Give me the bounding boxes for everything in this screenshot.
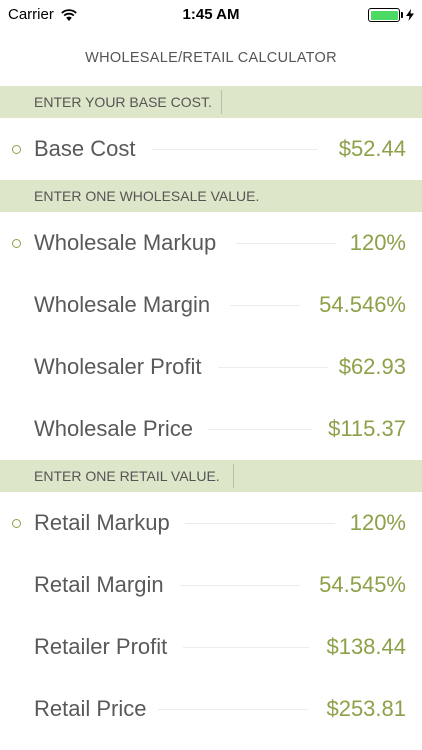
selected-indicator-icon bbox=[12, 519, 21, 528]
page-title: WHOLESALE/RETAIL CALCULATOR bbox=[85, 50, 337, 66]
wholesale-markup-value[interactable]: 120% bbox=[350, 230, 406, 256]
row-retailer-profit[interactable]: Retailer Profit $138.44 bbox=[0, 616, 422, 678]
section-header-base: ENTER YOUR BASE COST. bbox=[0, 86, 422, 118]
row-retail-price[interactable]: Retail Price $253.81 bbox=[0, 678, 422, 740]
leader-line bbox=[185, 523, 335, 524]
leader-line bbox=[183, 647, 309, 648]
battery-icon bbox=[368, 8, 400, 22]
leader-line bbox=[152, 149, 318, 150]
section-divider bbox=[221, 90, 222, 114]
section-header-wholesale: ENTER ONE WHOLESALE VALUE. bbox=[0, 180, 422, 212]
row-label: Wholesale Markup bbox=[34, 230, 217, 255]
status-bar: Carrier 1:45 AM bbox=[0, 0, 422, 30]
leader-line bbox=[218, 367, 328, 368]
wholesale-price-value[interactable]: $115.37 bbox=[328, 416, 406, 442]
row-retail-margin[interactable]: Retail Margin 54.545% bbox=[0, 554, 422, 616]
row-label: Wholesale Price bbox=[34, 416, 193, 441]
selected-indicator-icon bbox=[12, 239, 21, 248]
status-right bbox=[368, 8, 414, 22]
row-wholesale-margin[interactable]: Wholesale Margin 54.546% bbox=[0, 274, 422, 336]
battery-fill bbox=[370, 10, 398, 20]
row-wholesale-markup[interactable]: Wholesale Markup 120% bbox=[0, 212, 422, 274]
section-header-label: ENTER ONE WHOLESALE VALUE. bbox=[34, 188, 260, 204]
row-wholesaler-profit[interactable]: Wholesaler Profit $62.93 bbox=[0, 336, 422, 398]
selected-indicator-icon bbox=[12, 145, 21, 154]
retailer-profit-value[interactable]: $138.44 bbox=[326, 634, 406, 660]
row-label: Retail Margin bbox=[34, 572, 164, 597]
status-time: 1:45 AM bbox=[182, 6, 240, 23]
row-label: Wholesale Margin bbox=[34, 292, 211, 317]
retail-price-value[interactable]: $253.81 bbox=[326, 696, 406, 722]
row-label: Wholesaler Profit bbox=[34, 354, 202, 379]
wholesaler-profit-value[interactable]: $62.93 bbox=[339, 354, 406, 380]
base-cost-value[interactable]: $52.44 bbox=[339, 136, 406, 162]
row-label: Retail Markup bbox=[34, 510, 170, 535]
row-retail-markup[interactable]: Retail Markup 120% bbox=[0, 492, 422, 554]
row-label: Base Cost bbox=[34, 136, 136, 161]
wholesale-margin-value[interactable]: 54.546% bbox=[319, 292, 406, 318]
row-label: Retail Price bbox=[34, 696, 147, 721]
section-header-retail: ENTER ONE RETAIL VALUE. bbox=[0, 460, 422, 492]
retail-margin-value[interactable]: 54.545% bbox=[319, 572, 406, 598]
row-label: Retailer Profit bbox=[34, 634, 168, 659]
retail-markup-value[interactable]: 120% bbox=[350, 510, 406, 536]
leader-line bbox=[208, 429, 312, 430]
row-base-cost[interactable]: Base Cost $52.44 bbox=[0, 118, 422, 180]
leader-line bbox=[236, 243, 336, 244]
charging-bolt-icon bbox=[406, 9, 414, 21]
section-header-label: ENTER YOUR BASE COST. bbox=[34, 94, 212, 110]
section-divider bbox=[233, 464, 234, 488]
row-wholesale-price[interactable]: Wholesale Price $115.37 bbox=[0, 398, 422, 460]
leader-line bbox=[158, 709, 308, 710]
leader-line bbox=[180, 585, 300, 586]
battery-tip bbox=[401, 12, 403, 18]
section-header-label: ENTER ONE RETAIL VALUE. bbox=[34, 468, 220, 484]
leader-line bbox=[230, 305, 300, 306]
